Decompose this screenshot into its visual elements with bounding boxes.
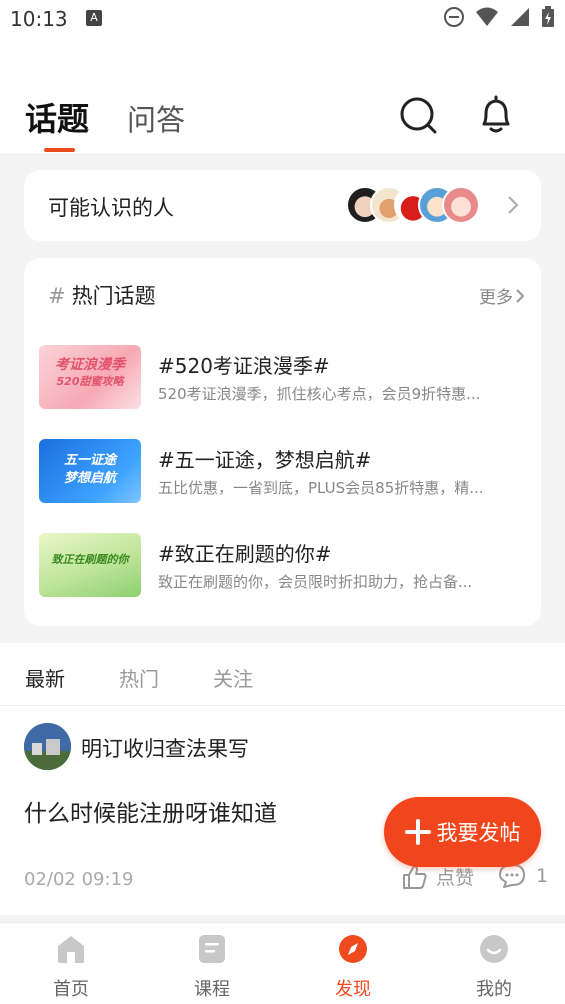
nav-label: 首页 <box>53 979 89 1000</box>
avatar-image <box>24 723 71 770</box>
search-icon <box>400 97 437 134</box>
topic-description: 五比优惠，一省到底，PLUS会员85折特惠，精... <box>158 479 484 497</box>
avatar[interactable] <box>24 723 71 770</box>
tab-following[interactable]: 关注 <box>213 663 253 692</box>
tab-qa[interactable]: 问答 <box>127 97 185 139</box>
topic-thumbnail: 考证浪漫季 520甜蜜攻略 <box>39 345 141 409</box>
notification-a-icon: A <box>86 10 102 26</box>
profile-icon <box>480 935 508 963</box>
search-button[interactable] <box>398 94 438 136</box>
comment-count: 1 <box>536 865 549 887</box>
topic-item[interactable]: 考证浪漫季 520甜蜜攻略 #520考证浪漫季# 520考证浪漫季，抓住核心考点… <box>39 345 529 409</box>
create-post-button[interactable]: 我要发帖 <box>384 797 541 867</box>
status-bar: 10:13 A <box>0 0 565 38</box>
nav-label: 发现 <box>335 979 371 1000</box>
status-icons <box>443 6 555 28</box>
hot-topics-card: # 热门话题 更多 考证浪漫季 520甜蜜攻略 #520考证浪漫季# 520考证浪… <box>24 258 541 626</box>
chevron-right-icon <box>516 288 525 303</box>
chevron-right-icon <box>508 196 519 214</box>
status-time: 10:13 <box>10 7 68 31</box>
create-post-label: 我要发帖 <box>436 821 521 845</box>
tab-topics[interactable]: 话题 <box>25 94 89 140</box>
hot-topics-heading: # 热门话题 <box>48 280 156 310</box>
topic-title: #致正在刷题的你# <box>158 542 332 566</box>
home-icon <box>58 936 84 963</box>
like-button[interactable]: 点赞 <box>402 863 474 890</box>
topic-thumbnail: 致正在刷题的你 <box>39 533 141 597</box>
people-card-title: 可能认识的人 <box>48 196 174 220</box>
nav-profile[interactable]: 我的 <box>454 933 534 1001</box>
nav-label: 课程 <box>194 979 230 1000</box>
topic-description: 520考证浪漫季，抓住核心考点，会员9折特惠... <box>158 385 481 403</box>
like-label: 点赞 <box>436 867 475 889</box>
topic-description: 致正在刷题的你，会员限时折扣助力，抢占备... <box>158 573 473 591</box>
topic-thumbnail: 五一证途 梦想启航 <box>39 439 141 503</box>
battery-icon <box>542 6 554 27</box>
feed-tabs: 最新 热门 关注 <box>0 643 565 706</box>
do-not-disturb-icon <box>444 7 464 27</box>
hash-icon: # <box>48 284 66 308</box>
more-label: 更多 <box>479 288 513 308</box>
plus-icon <box>404 819 431 845</box>
thumbnail-text: 考证浪漫季 <box>55 357 125 373</box>
topic-title: #五一证途，梦想启航# <box>158 448 372 472</box>
nav-home[interactable]: 首页 <box>31 933 111 1001</box>
feed-section: 最新 热门 关注 明订收归查法果写 什么时候能注册呀谁知道 02/02 09:1… <box>0 643 565 915</box>
people-you-may-know-card[interactable]: 可能认识的人 <box>24 170 541 241</box>
signal-icon <box>511 8 529 26</box>
topic-item[interactable]: 致正在刷题的你 #致正在刷题的你# 致正在刷题的你，会员限时折扣助力，抢占备..… <box>39 533 529 597</box>
tab-hot[interactable]: 热门 <box>119 663 159 692</box>
thumbnail-text: 520甜蜜攻略 <box>56 375 124 388</box>
avatar <box>442 186 480 224</box>
more-topics-link[interactable]: 更多 <box>479 283 525 308</box>
post-username[interactable]: 明订收归查法果写 <box>81 733 249 763</box>
topic-item[interactable]: 五一证途 梦想启航 #五一证途，梦想启航# 五比优惠，一省到底，PLUS会员85… <box>39 439 529 503</box>
post-content[interactable]: 什么时候能注册呀谁知道 <box>24 794 277 828</box>
notification-button[interactable] <box>476 94 516 136</box>
post-date: 02/02 09:19 <box>24 869 134 890</box>
topic-title: #520考证浪漫季# <box>158 354 330 378</box>
active-tab-indicator <box>44 148 75 152</box>
bottom-navigation: 首页 课程 发现 我的 <box>0 922 565 1004</box>
thumbnail-text: 致正在刷题的你 <box>51 553 129 566</box>
tab-latest[interactable]: 最新 <box>25 663 65 692</box>
top-header: 话题 问答 <box>0 38 565 155</box>
thumbs-up-icon <box>403 864 427 889</box>
hot-topics-title: 热门话题 <box>71 284 156 308</box>
nav-discover[interactable]: 发现 <box>313 933 393 1001</box>
wifi-icon <box>476 7 498 26</box>
course-icon <box>199 935 225 963</box>
nav-courses[interactable]: 课程 <box>172 933 252 1001</box>
bell-icon <box>482 95 510 133</box>
nav-label: 我的 <box>476 979 512 1000</box>
thumbnail-text: 五一证途 <box>63 453 116 468</box>
thumbnail-text: 梦想启航 <box>63 471 116 486</box>
discover-icon <box>339 935 367 963</box>
